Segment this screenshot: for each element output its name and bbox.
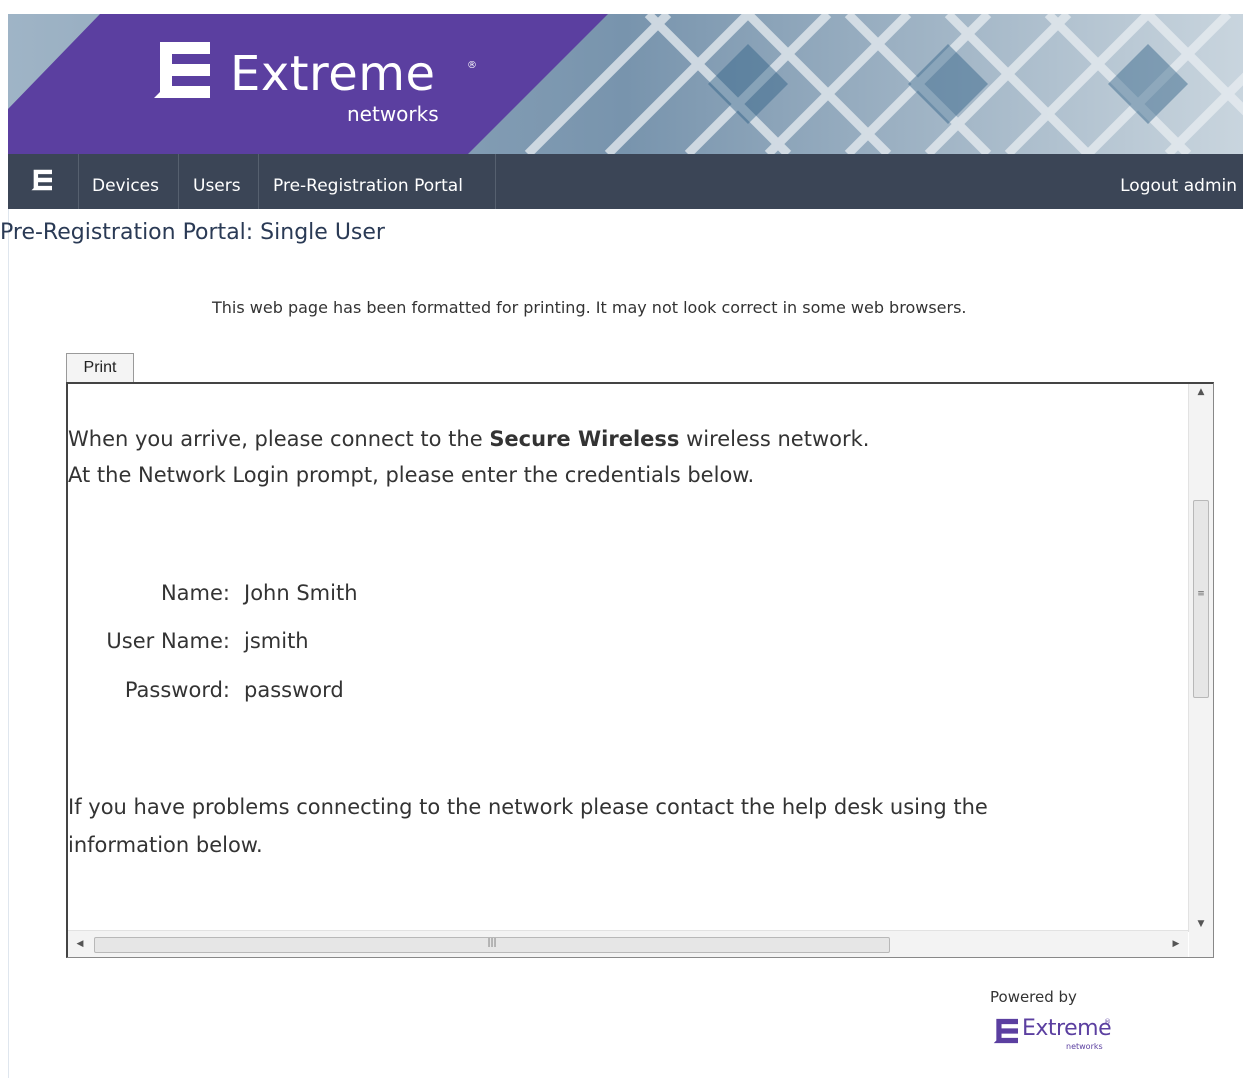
nav-item-pre-registration-portal[interactable]: Pre-Registration Portal xyxy=(259,154,496,209)
header-banner: Extreme ® networks xyxy=(8,14,1243,154)
main-navbar: Devices Users Pre-Registration Portal Lo… xyxy=(8,154,1243,209)
extreme-logo-icon xyxy=(31,169,52,191)
scroll-left-arrow-icon[interactable]: ◀ xyxy=(72,931,88,957)
name-label: Name: xyxy=(160,581,230,605)
scroll-down-arrow-icon[interactable]: ▼ xyxy=(1189,916,1213,932)
network-name: Secure Wireless xyxy=(489,427,680,451)
footer-logo-wordmark: Extreme xyxy=(1022,1016,1112,1041)
page-title: Pre-Registration Portal: Single User xyxy=(0,220,385,245)
print-format-note: This web page has been formatted for pri… xyxy=(212,298,967,317)
connect-text-after: wireless network. xyxy=(679,427,870,451)
print-preview-frame: When you arrive, please connect to the S… xyxy=(66,382,1214,958)
username-label: User Name: xyxy=(106,629,230,653)
name-value: John Smith xyxy=(244,581,358,605)
logo-registered-mark: ® xyxy=(467,60,477,71)
print-button[interactable]: Print xyxy=(66,353,134,382)
thumb-grip-icon: ||| xyxy=(487,938,497,948)
print-preview-content: When you arrive, please connect to the S… xyxy=(68,384,1188,932)
scroll-up-arrow-icon[interactable]: ▲ xyxy=(1189,384,1213,400)
extreme-networks-logo: Extreme ® networks xyxy=(150,40,490,140)
nav-item-users[interactable]: Users xyxy=(179,154,259,209)
nav-item-devices[interactable]: Devices xyxy=(78,154,179,209)
footer-extreme-logo: Extreme ® networks xyxy=(992,1016,1112,1056)
logo-wordmark: Extreme xyxy=(230,46,436,102)
extreme-networks-logo-icon xyxy=(154,42,210,98)
logout-link[interactable]: Logout admin xyxy=(1120,154,1237,209)
horizontal-scroll-thumb[interactable]: ||| xyxy=(94,937,890,953)
username-value: jsmith xyxy=(244,629,309,653)
home-logo-button[interactable] xyxy=(8,154,79,209)
vertical-scroll-thumb[interactable]: ≡ xyxy=(1193,500,1209,698)
login-instructions: At the Network Login prompt, please ente… xyxy=(68,463,755,487)
help-text-line-2: information below. xyxy=(68,833,263,857)
footer-logo-registered-mark: ® xyxy=(1104,1018,1111,1026)
connect-instructions: When you arrive, please connect to the S… xyxy=(68,427,869,451)
thumb-grip-icon: ≡ xyxy=(1197,589,1205,599)
password-value: password xyxy=(244,678,344,702)
vertical-scrollbar[interactable]: ▲ ≡ ▼ xyxy=(1188,384,1213,932)
horizontal-scrollbar[interactable]: ◀ ||| ▶ xyxy=(68,930,1188,957)
footer-logo-subtext: networks xyxy=(1066,1042,1103,1051)
password-label: Password: xyxy=(124,678,230,702)
footer-logo-icon xyxy=(993,1018,1018,1044)
logo-subtext: networks xyxy=(347,102,439,126)
top-strip xyxy=(8,0,1243,14)
connect-text-before: When you arrive, please connect to the xyxy=(68,427,490,451)
scrollbar-corner xyxy=(1189,931,1213,957)
scroll-right-arrow-icon[interactable]: ▶ xyxy=(1168,931,1184,957)
powered-by-label: Powered by xyxy=(990,988,1077,1006)
help-text-line-1: If you have problems connecting to the n… xyxy=(68,795,988,819)
